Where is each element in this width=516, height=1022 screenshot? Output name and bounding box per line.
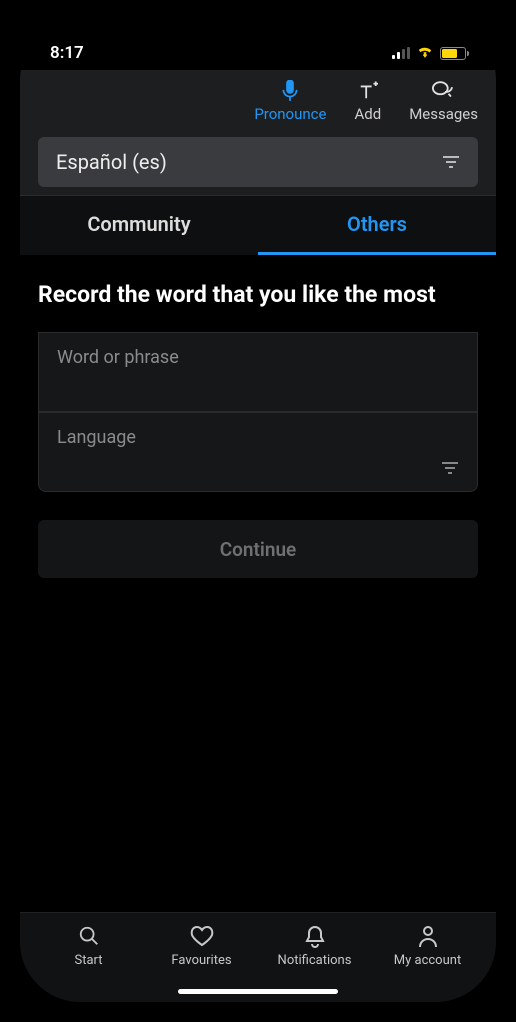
cellular-icon xyxy=(392,47,410,59)
mic-icon xyxy=(282,80,298,102)
bell-icon xyxy=(304,925,326,949)
continue-button[interactable]: Continue xyxy=(38,520,478,578)
top-actions: Pronounce Add Messages xyxy=(38,80,478,123)
nav-favourites-label: Favourites xyxy=(171,953,231,968)
messages-tab[interactable]: Messages xyxy=(409,80,478,123)
battery-icon xyxy=(440,47,466,60)
page-heading: Record the word that you like the most xyxy=(38,279,478,310)
device-frame: 8:17 Pronounce xyxy=(20,20,496,1002)
add-tab[interactable]: Add xyxy=(354,80,381,123)
home-indicator[interactable] xyxy=(178,989,338,994)
messages-label: Messages xyxy=(409,105,478,123)
sub-tabs: Community Others xyxy=(20,195,496,255)
filter-icon xyxy=(442,150,460,174)
language-field-label: Language xyxy=(57,427,459,448)
status-bar: 8:17 xyxy=(20,20,496,70)
nav-start[interactable]: Start xyxy=(32,925,145,968)
tab-others[interactable]: Others xyxy=(258,196,496,255)
status-time: 8:17 xyxy=(50,43,84,63)
nav-favourites[interactable]: Favourites xyxy=(145,925,258,968)
person-icon xyxy=(418,925,438,949)
language-selector-label: Español (es) xyxy=(56,150,167,174)
pronounce-label: Pronounce xyxy=(254,105,326,123)
nav-notifications-label: Notifications xyxy=(278,953,352,968)
nav-start-label: Start xyxy=(74,953,102,968)
add-label: Add xyxy=(354,105,381,123)
word-field-label: Word or phrase xyxy=(57,347,459,368)
search-icon xyxy=(78,925,100,949)
word-field[interactable]: Word or phrase xyxy=(38,332,478,412)
nav-account[interactable]: My account xyxy=(371,925,484,968)
nav-account-label: My account xyxy=(394,953,461,968)
nav-notifications[interactable]: Notifications xyxy=(258,925,371,968)
wifi-icon xyxy=(416,43,434,63)
tab-community[interactable]: Community xyxy=(20,196,258,255)
top-bar: Pronounce Add Messages Español (es) xyxy=(20,70,496,195)
status-right xyxy=(392,43,466,63)
chat-icon xyxy=(432,80,456,102)
add-text-icon xyxy=(357,80,379,102)
language-field[interactable]: Language xyxy=(38,412,478,492)
pronounce-tab[interactable]: Pronounce xyxy=(254,80,326,123)
language-selector[interactable]: Español (es) xyxy=(38,137,478,187)
filter-icon xyxy=(441,460,459,479)
main-content: Record the word that you like the most W… xyxy=(20,255,496,912)
heart-icon xyxy=(190,925,214,949)
